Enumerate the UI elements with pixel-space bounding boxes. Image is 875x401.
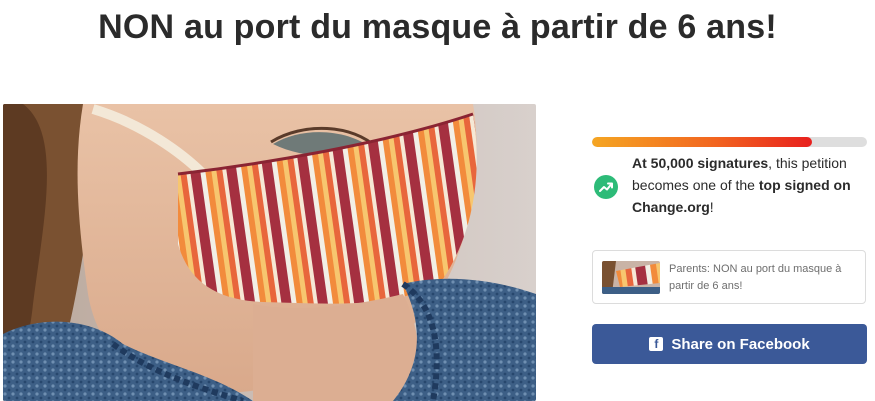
petition-hero-image <box>3 104 536 401</box>
milestone-signature-count: At 50,000 signatures <box>632 155 769 171</box>
share-on-facebook-button[interactable]: f Share on Facebook <box>592 324 867 364</box>
milestone-text-suffix: ! <box>709 199 714 215</box>
signature-progress-fill <box>592 137 812 147</box>
share-on-facebook-label: Share on Facebook <box>671 335 810 353</box>
share-preview-card[interactable]: Parents: NON au port du masque à partir … <box>592 250 866 304</box>
signature-progress-bar <box>592 137 867 147</box>
child-mask-photo <box>3 104 536 401</box>
milestone-message: At 50,000 signatures, this petition beco… <box>632 152 872 218</box>
share-preview-thumbnail <box>602 261 660 294</box>
petition-title: NON au port du masque à partir de 6 ans! <box>98 8 777 46</box>
facebook-icon: f <box>649 337 664 351</box>
share-preview-text: Parents: NON au port du masque à partir … <box>669 263 842 292</box>
trending-up-icon <box>594 175 618 199</box>
